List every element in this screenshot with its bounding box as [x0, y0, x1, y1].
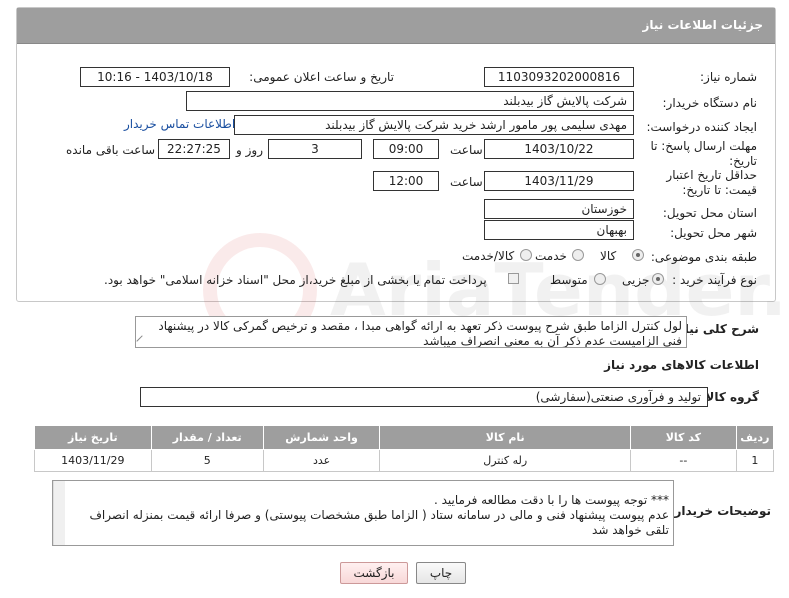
- province-field: خوزستان: [484, 199, 634, 219]
- need-number-field: 1103093202000816: [484, 67, 634, 87]
- buyer-notes-textarea[interactable]: *** توجه پیوست ها را با دقت مطالعه فرمای…: [52, 480, 674, 546]
- creator-label: ایجاد کننده درخواست:: [646, 120, 757, 134]
- col-code: کد کالا: [630, 425, 737, 450]
- table-row: 1 -- رله کنترل عدد 5 1403/11/29: [34, 449, 775, 472]
- category-radio-goods-service[interactable]: [520, 249, 532, 261]
- category-label: طبقه بندی موضوعی:: [650, 250, 757, 264]
- buyer-org-field: شرکت پالایش گاز بیدبلند: [186, 91, 634, 111]
- panel-header: جزئیات اطلاعات نیاز: [17, 8, 775, 44]
- category-option-service: خدمت: [535, 249, 567, 263]
- col-row: ردیف: [735, 425, 775, 450]
- process-label: نوع فرآیند خرید :: [672, 273, 757, 287]
- price-time-field: 12:00: [373, 171, 439, 191]
- col-qty: تعداد / مقدار: [150, 425, 264, 450]
- goods-table: ردیف کد کالا نام کالا واحد شمارش تعداد /…: [34, 425, 775, 472]
- reply-deadline-label: مهلت ارسال پاسخ: تا تاریخ:: [650, 139, 757, 168]
- category-radio-service[interactable]: [572, 249, 584, 261]
- buyer-notes-scrollbar[interactable]: [53, 481, 65, 545]
- goods-table-header: ردیف کد کالا نام کالا واحد شمارش تعداد /…: [34, 425, 775, 450]
- buyer-org-label: نام دستگاه خریدار:: [662, 96, 758, 110]
- description-text: لول کنترل الزاما طبق شرح پیوست ذکر تعهد …: [158, 319, 682, 348]
- province-label: استان محل تحویل:: [662, 206, 757, 220]
- category-option-goods-service: کالا/خدمت: [462, 249, 515, 263]
- reply-time-field: 09:00: [373, 139, 439, 159]
- process-option-minor: جزیی: [622, 273, 650, 287]
- cell-date: 1403/11/29: [34, 449, 152, 472]
- reply-date-field: 1403/10/22: [484, 139, 634, 159]
- buyer-notes-line1: *** توجه پیوست ها را با دقت مطالعه فرمای…: [433, 493, 669, 507]
- remaining-label: ساعت باقی مانده: [66, 143, 156, 157]
- buyer-notes-label: توضیحات خریدار:: [669, 504, 771, 518]
- price-time-label: ساعت: [450, 175, 483, 189]
- cell-unit: عدد: [262, 449, 381, 472]
- treasury-note: پرداخت تمام یا بخشی از مبلغ خرید،از محل …: [104, 273, 487, 287]
- col-date: تاریخ نیاز: [34, 425, 152, 450]
- cell-qty: 5: [150, 449, 264, 472]
- back-button[interactable]: بازگشت: [340, 562, 408, 584]
- announce-label: تاریخ و ساعت اعلان عمومی:: [249, 70, 394, 84]
- price-validity-label: حداقل تاریخ اعتبار قیمت: تا تاریخ:: [666, 168, 757, 197]
- goods-group-label: گروه کالا:: [700, 390, 759, 404]
- announce-field: 1403/10/18 - 10:16: [80, 67, 230, 87]
- description-textarea[interactable]: لول کنترل الزاما طبق شرح پیوست ذکر تعهد …: [135, 316, 687, 348]
- city-label: شهر محل تحویل:: [670, 226, 757, 240]
- creator-field: مهدی سلیمی پور مامور ارشد خرید شرکت پالا…: [234, 115, 634, 135]
- process-radio-minor[interactable]: [652, 273, 664, 285]
- reply-time-label: ساعت: [450, 143, 483, 157]
- process-option-medium: متوسط: [550, 273, 588, 287]
- contact-info-link[interactable]: اطلاعات تماس خریدار: [124, 117, 235, 131]
- panel-title: جزئیات اطلاعات نیاز: [642, 18, 763, 32]
- remaining-time-field: 22:27:25: [158, 139, 230, 159]
- city-field: بهبهان: [484, 220, 634, 240]
- col-name: نام کالا: [379, 425, 632, 450]
- price-date-field: 1403/11/29: [484, 171, 634, 191]
- treasury-checkbox[interactable]: [508, 273, 519, 284]
- category-option-goods: کالا: [600, 249, 617, 263]
- resize-grip-icon[interactable]: [136, 335, 148, 347]
- days-field: 3: [268, 139, 362, 159]
- process-radio-medium[interactable]: [594, 273, 606, 285]
- cell-row: 1: [735, 449, 775, 472]
- cell-name: رله کنترل: [379, 449, 632, 472]
- print-button[interactable]: چاپ: [416, 562, 466, 584]
- goods-section-title: اطلاعات کالاهای مورد نیاز: [604, 358, 759, 372]
- goods-group-field: تولید و فرآوری صنعتی(سفارشی): [140, 387, 708, 407]
- days-label: روز و: [236, 143, 263, 157]
- category-radio-goods[interactable]: [632, 249, 644, 261]
- cell-code: --: [630, 449, 737, 472]
- buyer-notes-line2: عدم پیوست پیشنهاد فنی و مالی در سامانه س…: [89, 508, 669, 537]
- col-unit: واحد شمارش: [262, 425, 381, 450]
- need-number-label: شماره نیاز:: [700, 70, 757, 84]
